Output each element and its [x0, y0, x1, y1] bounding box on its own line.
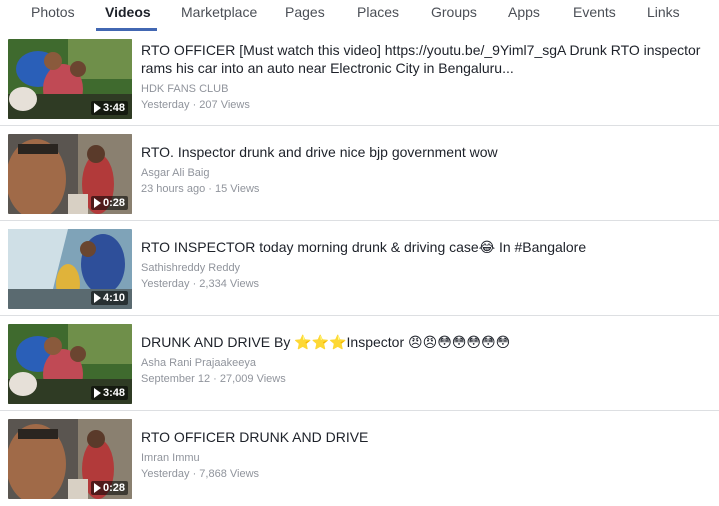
video-title-link[interactable]: RTO INSPECTOR today morning drunk & driv… [141, 239, 586, 255]
tab-apps[interactable]: Apps [508, 4, 540, 20]
video-result[interactable]: 3:48 RTO OFFICER [Must watch this video]… [0, 31, 719, 126]
video-title-link[interactable]: RTO OFFICER DRUNK AND DRIVE [141, 429, 368, 445]
video-thumbnail[interactable]: 0:28 [8, 134, 132, 214]
video-duration: 3:48 [90, 386, 128, 400]
tab-photos[interactable]: Photos [31, 4, 75, 20]
video-thumbnail[interactable]: 3:48 [8, 324, 132, 404]
tab-places[interactable]: Places [357, 4, 399, 20]
play-icon [93, 483, 101, 493]
search-filter-tabs: Photos Videos Marketplace Pages Places G… [0, 0, 719, 31]
video-author[interactable]: Sathishreddy Reddy [141, 262, 240, 274]
video-result[interactable]: 0:28 RTO. Inspector drunk and drive nice… [0, 126, 719, 221]
video-meta: Yesterday · 2,334 Views [141, 278, 260, 290]
tab-groups[interactable]: Groups [431, 4, 477, 20]
tab-events[interactable]: Events [573, 4, 616, 20]
video-title-link[interactable]: DRUNK AND DRIVE By ⭐⭐⭐Inspector 😠😠😳😳😳😳😳 [141, 334, 510, 350]
play-icon [93, 198, 101, 208]
play-icon [93, 388, 101, 398]
duration-label: 3:48 [102, 102, 125, 114]
play-icon [93, 293, 101, 303]
video-author[interactable]: Asha Rani Prajaakeeya [141, 357, 256, 369]
video-author[interactable]: HDK FANS CLUB [141, 83, 228, 95]
video-duration: 3:48 [90, 101, 128, 115]
video-title[interactable]: RTO INSPECTOR today morning drunk & driv… [141, 238, 719, 256]
video-result[interactable]: 3:48 DRUNK AND DRIVE By ⭐⭐⭐Inspector 😠😠😳… [0, 316, 719, 411]
video-meta: 23 hours ago · 15 Views [141, 183, 260, 195]
video-meta: Yesterday · 7,868 Views [141, 468, 260, 480]
video-thumbnail[interactable]: 0:28 [8, 419, 132, 499]
video-author[interactable]: Imran Immu [141, 452, 200, 464]
video-title-link[interactable]: RTO OFFICER [Must watch this video] http… [141, 42, 700, 76]
video-title[interactable]: RTO. Inspector drunk and drive nice bjp … [141, 143, 719, 161]
tab-pages[interactable]: Pages [285, 4, 325, 20]
duration-label: 4:10 [102, 292, 125, 304]
video-duration: 4:10 [90, 291, 128, 305]
duration-label: 3:48 [102, 387, 125, 399]
tab-videos[interactable]: Videos [105, 4, 151, 20]
play-icon [93, 103, 101, 113]
duration-label: 0:28 [102, 197, 125, 209]
video-title-link[interactable]: RTO. Inspector drunk and drive nice bjp … [141, 144, 498, 160]
video-meta: September 12 · 27,009 Views [141, 373, 286, 385]
video-meta: Yesterday · 207 Views [141, 99, 250, 111]
video-thumbnail[interactable]: 4:10 [8, 229, 132, 309]
video-title[interactable]: DRUNK AND DRIVE By ⭐⭐⭐Inspector 😠😠😳😳😳😳😳 [141, 333, 719, 351]
video-result[interactable]: 4:10 RTO INSPECTOR today morning drunk &… [0, 221, 719, 316]
video-duration: 0:28 [90, 196, 128, 210]
video-author[interactable]: Asgar Ali Baig [141, 167, 209, 179]
video-duration: 0:28 [90, 481, 128, 495]
video-thumbnail[interactable]: 3:48 [8, 39, 132, 119]
tab-links[interactable]: Links [647, 4, 680, 20]
video-title[interactable]: RTO OFFICER [Must watch this video] http… [141, 41, 719, 77]
video-result[interactable]: 0:28 RTO OFFICER DRUNK AND DRIVE Imran I… [0, 411, 719, 506]
tab-marketplace[interactable]: Marketplace [181, 4, 257, 20]
duration-label: 0:28 [102, 482, 125, 494]
video-title[interactable]: RTO OFFICER DRUNK AND DRIVE [141, 428, 719, 446]
